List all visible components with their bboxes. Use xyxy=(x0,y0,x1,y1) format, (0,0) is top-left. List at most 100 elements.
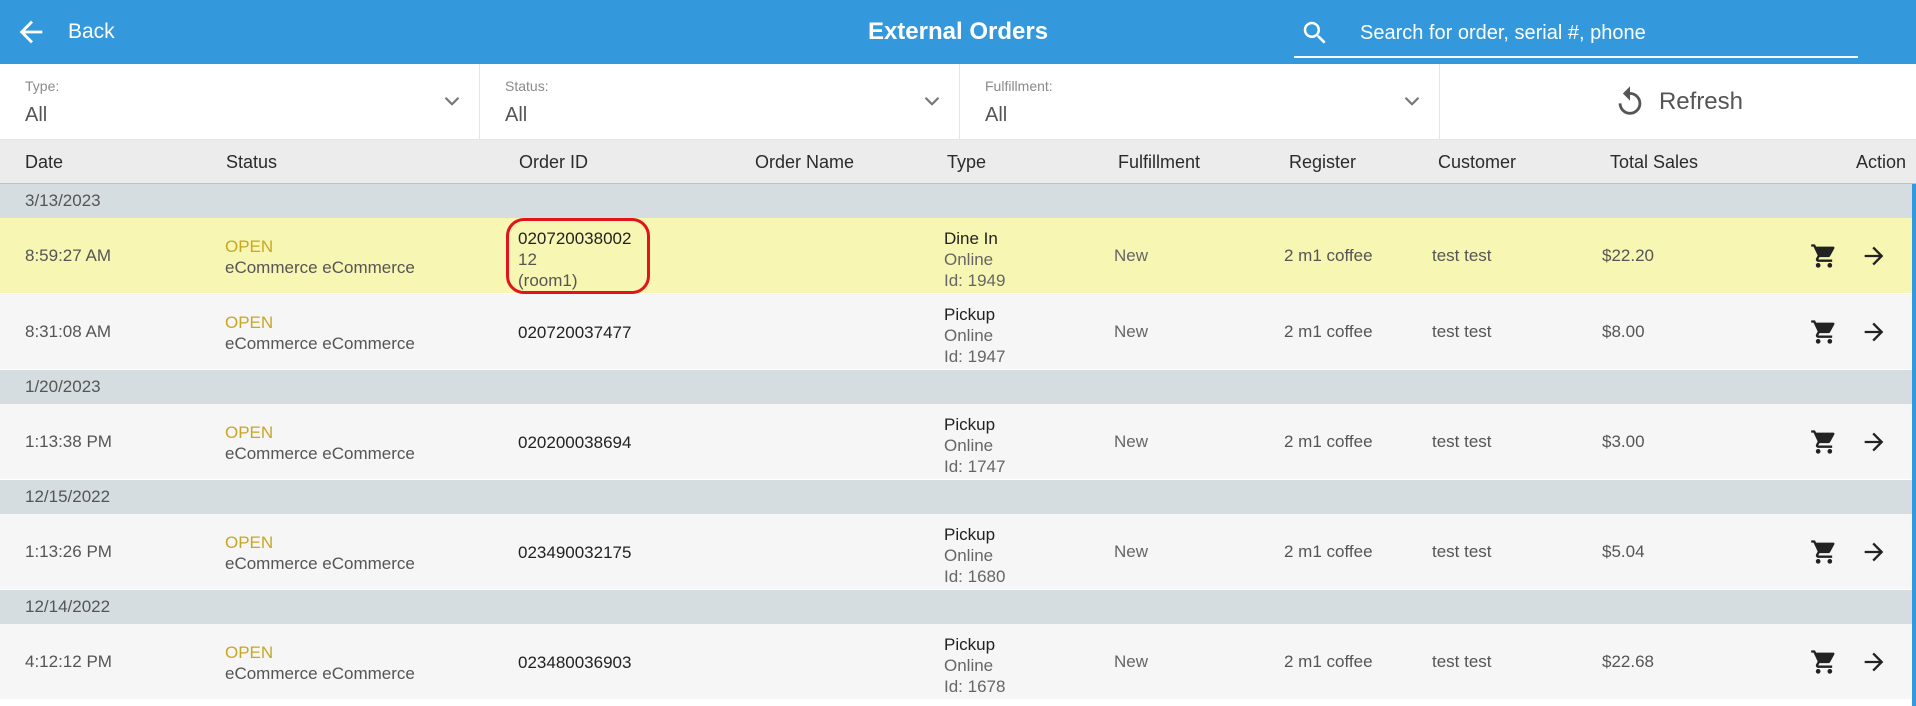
status-badge: OPEN xyxy=(225,643,274,662)
shopping-cart-icon[interactable] xyxy=(1810,242,1838,270)
arrow-right-icon[interactable] xyxy=(1860,538,1888,566)
shopping-cart-icon[interactable] xyxy=(1810,648,1838,676)
order-fulfillment: New xyxy=(1114,246,1149,265)
status-source: eCommerce eCommerce xyxy=(225,664,415,683)
order-customer: test test xyxy=(1432,652,1492,671)
order-customer: test test xyxy=(1432,542,1492,561)
chevron-down-icon xyxy=(924,96,940,106)
order-type: Pickup Online Id: 1947 xyxy=(944,304,1005,367)
order-id: 023480036903 xyxy=(518,653,632,672)
order-time: 1:13:26 PM xyxy=(25,542,112,561)
group-date: 12/14/2022 xyxy=(25,597,111,616)
order-register: 2 m1 coffee xyxy=(1284,432,1373,451)
chevron-down-icon xyxy=(1404,96,1420,106)
column-header-action: Action xyxy=(1856,152,1907,172)
type-id: Id: 1680 xyxy=(944,567,1006,586)
arrow-right-icon[interactable] xyxy=(1860,318,1888,346)
order-register: 2 m1 coffee xyxy=(1284,652,1373,671)
table-row[interactable]: 4:12:12 PM OPEN eCommerce eCommerce 0234… xyxy=(0,624,1916,700)
chevron-down-icon xyxy=(444,96,460,106)
order-type: Dine In Online Id: 1949 xyxy=(944,228,1005,291)
annotation-circle xyxy=(506,218,650,294)
app-header: Back External Orders xyxy=(0,0,1916,64)
group-date: 1/20/2023 xyxy=(25,377,101,396)
type-id: Id: 1747 xyxy=(944,457,1006,476)
type-main: Dine In xyxy=(944,229,998,248)
shopping-cart-icon[interactable] xyxy=(1810,428,1838,456)
order-total: $3.00 xyxy=(1602,432,1645,451)
group-date: 3/13/2023 xyxy=(25,191,101,210)
status-filter-dropdown[interactable]: Status: All xyxy=(480,64,960,140)
type-main: Pickup xyxy=(944,635,996,654)
date-group-header: 12/14/2022 xyxy=(0,590,1916,624)
order-time: 4:12:12 PM xyxy=(25,652,112,671)
search-icon[interactable] xyxy=(1300,18,1330,48)
arrow-left-icon xyxy=(19,20,43,44)
order-customer: test test xyxy=(1432,432,1492,451)
order-time: 8:59:27 AM xyxy=(25,246,112,265)
table-header: Date Status Order ID Order Name Type Ful… xyxy=(0,140,1916,184)
order-status: OPEN eCommerce eCommerce xyxy=(225,312,415,354)
column-header-order-name[interactable]: Order Name xyxy=(755,152,854,173)
shopping-cart-icon[interactable] xyxy=(1810,538,1838,566)
order-time: 1:13:38 PM xyxy=(25,432,112,451)
order-fulfillment: New xyxy=(1114,652,1149,671)
status-source: eCommerce eCommerce xyxy=(225,334,415,353)
type-filter-dropdown[interactable]: Type: All xyxy=(0,64,480,140)
status-badge: OPEN xyxy=(225,533,274,552)
column-header-fulfillment[interactable]: Fulfillment xyxy=(1118,152,1200,173)
column-header-date[interactable]: Date xyxy=(25,152,63,173)
column-header-status[interactable]: Status xyxy=(226,152,277,173)
order-type: Pickup Online Id: 1678 xyxy=(944,634,1005,697)
order-fulfillment: New xyxy=(1114,432,1149,451)
scrollbar[interactable] xyxy=(1912,184,1916,706)
group-date: 12/15/2022 xyxy=(25,487,111,506)
order-fulfillment: New xyxy=(1114,322,1149,341)
order-type: Pickup Online Id: 1680 xyxy=(944,524,1005,587)
arrow-right-icon[interactable] xyxy=(1860,242,1888,270)
status-badge: OPEN xyxy=(225,237,274,256)
column-header-order-id[interactable]: Order ID xyxy=(519,152,588,173)
shopping-cart-icon[interactable] xyxy=(1810,318,1838,346)
table-row[interactable]: 1:13:26 PM OPEN eCommerce eCommerce 0234… xyxy=(0,514,1916,590)
type-channel: Online xyxy=(944,326,994,345)
order-time: 8:31:08 AM xyxy=(25,322,112,341)
status-source: eCommerce eCommerce xyxy=(225,258,415,277)
order-status: OPEN eCommerce eCommerce xyxy=(225,642,415,684)
order-status: OPEN eCommerce eCommerce xyxy=(225,422,415,464)
column-header-total-sales[interactable]: Total Sales xyxy=(1610,152,1698,173)
back-button[interactable]: Back xyxy=(14,14,115,50)
arrow-right-icon[interactable] xyxy=(1860,428,1888,456)
column-header-customer[interactable]: Customer xyxy=(1438,152,1516,173)
refresh-button[interactable]: Refresh xyxy=(1440,64,1916,140)
table-row[interactable]: 1:13:38 PM OPEN eCommerce eCommerce 0202… xyxy=(0,404,1916,480)
date-group-header: 1/20/2023 xyxy=(0,370,1916,404)
type-channel: Online xyxy=(944,546,994,565)
order-status: OPEN eCommerce eCommerce xyxy=(225,236,415,278)
column-header-type[interactable]: Type xyxy=(947,152,986,173)
order-customer: test test xyxy=(1432,246,1492,265)
order-id: 023490032175 xyxy=(518,543,632,562)
type-id: Id: 1949 xyxy=(944,271,1006,290)
order-customer: test test xyxy=(1432,322,1492,341)
table-row[interactable]: 8:59:27 AM OPEN eCommerce eCommerce 0207… xyxy=(0,218,1916,294)
arrow-right-icon[interactable] xyxy=(1860,648,1888,676)
refresh-icon xyxy=(1618,86,1642,115)
fulfillment-filter-label: Fulfillment: xyxy=(985,78,1053,94)
fulfillment-filter-dropdown[interactable]: Fulfillment: All xyxy=(960,64,1440,140)
back-label: Back xyxy=(68,20,115,43)
search-input[interactable] xyxy=(1360,21,1840,45)
status-badge: OPEN xyxy=(225,423,274,442)
order-type: Pickup Online Id: 1747 xyxy=(944,414,1005,477)
refresh-label: Refresh xyxy=(1658,88,1744,115)
status-badge: OPEN xyxy=(225,313,274,332)
type-main: Pickup xyxy=(944,415,996,434)
order-total: $22.68 xyxy=(1602,652,1654,671)
column-header-register[interactable]: Register xyxy=(1289,152,1356,173)
type-filter-label: Type: xyxy=(25,78,60,94)
type-main: Pickup xyxy=(944,525,996,544)
order-total: $22.20 xyxy=(1602,246,1654,265)
table-row[interactable]: 8:31:08 AM OPEN eCommerce eCommerce 0207… xyxy=(0,294,1916,370)
type-id: Id: 1678 xyxy=(944,677,1006,696)
order-register: 2 m1 coffee xyxy=(1284,246,1373,265)
